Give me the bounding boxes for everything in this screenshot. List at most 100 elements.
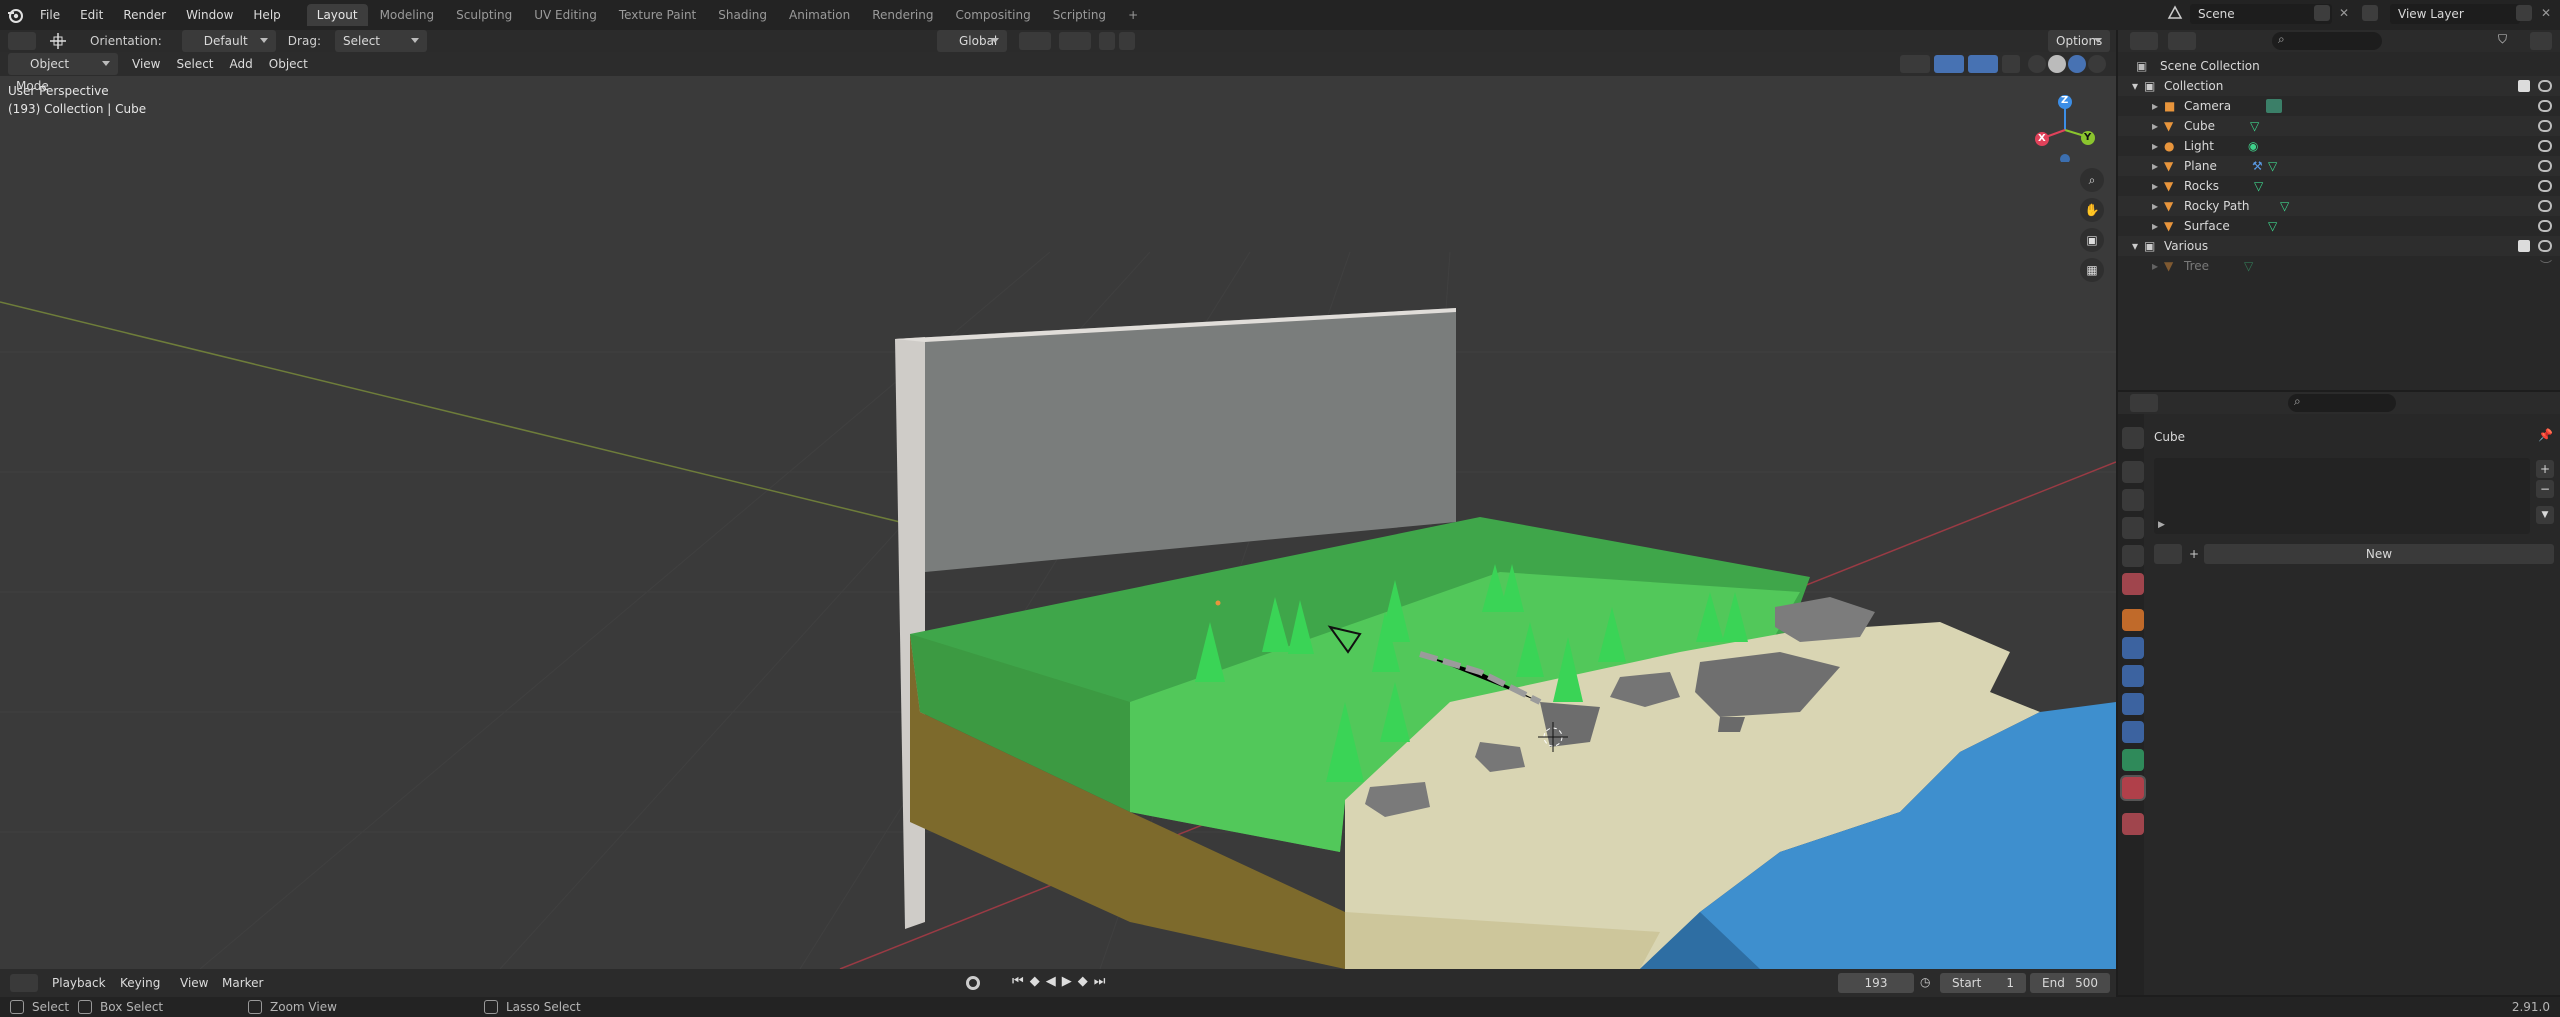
outliner-row[interactable]: ▸ ▼ Cube ▽ [2118,116,2560,136]
expand-icon[interactable]: ▸ [2152,216,2158,236]
gizmo-toggle-icon[interactable] [1934,55,1964,73]
world-tab-icon[interactable] [2122,573,2144,595]
tab-layout[interactable]: Layout [306,4,368,26]
outliner-row[interactable]: ▾ ▣ Collection [2118,76,2560,96]
drag-dropdown[interactable]: Select Box [334,30,427,70]
scene-selector[interactable]: Scene [2190,4,2332,24]
eye-icon[interactable] [2538,100,2552,112]
blender-logo-icon[interactable] [0,0,30,30]
outliner-row[interactable]: ▸ ▼ Rocky Path ▽ [2118,196,2560,216]
xray-icon[interactable] [2002,55,2020,73]
object-tab-icon[interactable] [2122,609,2144,631]
mode-dropdown[interactable]: Object Mode [8,53,118,93]
menu-edit[interactable]: Edit [70,0,113,30]
material-slot-list[interactable] [2154,458,2530,534]
expand-icon[interactable]: ▸ [2152,156,2158,176]
outliner-row[interactable]: ▾ ▣ Various [2118,236,2560,256]
copy-scene-icon[interactable] [2314,5,2330,21]
pivot-point-icon[interactable] [1018,32,1051,50]
expand-icon[interactable]: ▸ [2152,196,2158,216]
tab-texture-paint[interactable]: Texture Paint [609,4,706,26]
texture-tab-icon[interactable] [2122,813,2144,835]
outliner-row[interactable]: ▸ ● Light ◉ [2118,136,2560,156]
material-shading-icon[interactable] [2068,55,2086,73]
editor-type-icon[interactable] [2130,394,2158,412]
remove-slot-button[interactable]: − [2536,480,2554,498]
output-tab-icon[interactable] [2122,489,2144,511]
eye-closed-icon[interactable]: ︶ [2540,256,2552,276]
checkbox[interactable] [2518,80,2530,92]
eye-icon[interactable] [2538,120,2552,132]
grid-view-icon[interactable]: ▦ [2080,258,2104,282]
constraints-tab-icon[interactable] [2122,721,2144,743]
overlay-toggle-icon[interactable] [1968,55,1998,73]
end-frame-field[interactable]: End 500 [2030,973,2110,993]
visibility-icon[interactable] [1900,55,1930,73]
eye-icon[interactable] [2538,200,2552,212]
browse-material-icon[interactable] [2154,544,2182,564]
properties-search-input[interactable]: ⌕ [2288,394,2396,412]
clock-icon[interactable]: ◷ [1920,975,1930,989]
tab-animation[interactable]: Animation [779,4,860,26]
view-menu[interactable]: View [172,972,216,994]
expand-icon[interactable]: ▸ [2152,136,2158,156]
tab-rendering[interactable]: Rendering [862,4,943,26]
tab-scripting[interactable]: Scripting [1043,4,1116,26]
mesh-data-icon[interactable]: ▽ [2280,196,2289,216]
eye-icon[interactable] [2538,140,2552,152]
next-keyframe-icon[interactable]: ◆ [1078,974,1094,989]
falloff-icon[interactable] [1118,32,1135,50]
modifier-tab-icon[interactable] [2122,637,2144,659]
menu-add[interactable]: Add [222,53,261,75]
display-mode-icon[interactable] [2168,32,2196,50]
outliner-row[interactable]: ▸ ▼ Plane ⚒ ▽ [2118,156,2560,176]
keying-menu[interactable]: Keying [112,972,168,994]
expand-icon[interactable]: ▸ [2152,96,2158,116]
orientation-dropdown[interactable]: Default [181,30,276,52]
expand-icon[interactable]: ▶ [2158,520,2165,530]
scene-tab-icon[interactable] [2122,545,2144,567]
particles-tab-icon[interactable] [2122,665,2144,687]
physics-tab-icon[interactable] [2122,693,2144,715]
3d-viewport[interactable]: User Perspective (193) Collection | Cube… [0,52,2116,969]
new-material-button[interactable]: New [2204,544,2554,564]
close-icon[interactable]: ✕ [2538,5,2554,21]
expand-icon[interactable]: ▸ [2152,116,2158,136]
slot-menu-icon[interactable]: ▼ [2536,506,2554,524]
menu-file[interactable]: File [30,0,70,30]
playback-menu[interactable]: Playback [44,972,114,994]
zoom-icon[interactable]: ⌕ [2080,168,2104,192]
mesh-data-icon[interactable]: ▽ [2244,256,2253,276]
outliner-search-input[interactable]: ⌕ [2272,32,2382,50]
view-layer-tab-icon[interactable] [2122,517,2144,539]
collapse-icon[interactable]: ▾ [2132,236,2138,256]
menu-view[interactable]: View [124,53,168,75]
new-collection-icon[interactable] [2530,32,2552,50]
filter-icon[interactable]: ⛉ [2498,32,2522,50]
tab-uv-editing[interactable]: UV Editing [524,4,607,26]
mesh-data-icon[interactable]: ▽ [2268,156,2277,176]
mesh-data-icon[interactable]: ▽ [2268,216,2277,236]
collapse-icon[interactable]: ▾ [2132,76,2138,96]
record-icon[interactable] [966,976,980,990]
menu-select[interactable]: Select [168,53,221,75]
add-slot-button[interactable]: + [2536,460,2554,478]
light-data-icon[interactable]: ◉ [2248,136,2258,156]
editor-type-icon[interactable] [10,974,38,992]
menu-render[interactable]: Render [113,0,176,30]
pin-icon[interactable]: 📌 [2538,428,2553,442]
tab-compositing[interactable]: Compositing [945,4,1040,26]
eye-icon[interactable] [2538,220,2552,232]
checkbox[interactable] [2518,240,2530,252]
snap-icon[interactable] [1058,32,1091,50]
prev-keyframe-icon[interactable]: ◆ [1030,974,1046,989]
transform-orientation-dropdown[interactable]: Global [936,30,1007,52]
tool-tab-icon[interactable] [2122,427,2144,449]
wrench-icon[interactable]: ⚒ [2252,156,2263,176]
pan-hand-icon[interactable]: ✋ [2080,198,2104,222]
eye-icon[interactable] [2538,80,2552,92]
eye-icon[interactable] [2538,180,2552,192]
scene-icon[interactable] [2166,4,2184,22]
copy-view-layer-icon[interactable] [2516,5,2532,21]
data-tab-icon[interactable] [2122,749,2144,771]
